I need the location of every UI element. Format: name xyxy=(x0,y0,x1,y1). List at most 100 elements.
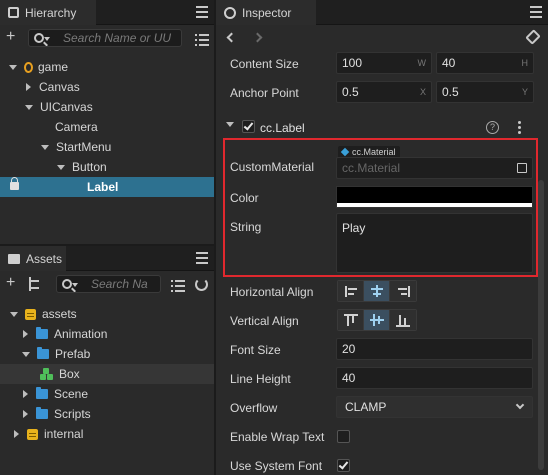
assets-tabbar: Assets xyxy=(0,246,214,271)
vertical-align-group xyxy=(337,309,417,331)
asset-node-scene[interactable]: Scene xyxy=(0,384,214,404)
component-enabled-checkbox[interactable] xyxy=(242,120,255,133)
component-header-cc-label[interactable]: cc.Label ? xyxy=(216,115,548,139)
asset-picker-icon[interactable] xyxy=(517,163,527,173)
lock-icon[interactable] xyxy=(10,177,19,190)
list-view-icon[interactable] xyxy=(195,34,209,46)
tab-inspector[interactable]: Inspector xyxy=(216,0,316,25)
hierarchy-menu-icon[interactable] xyxy=(196,6,208,18)
tree-node-label: StartMenu xyxy=(56,140,112,154)
expand-arrow-icon[interactable] xyxy=(10,311,18,317)
font-size-input[interactable]: 20 xyxy=(336,338,533,360)
align-right-icon[interactable] xyxy=(390,281,416,301)
asset-node-internal[interactable]: internal xyxy=(0,424,214,444)
inspector-tabbar: Inspector xyxy=(216,0,548,25)
align-middle-icon[interactable] xyxy=(364,310,390,330)
tree-node-label: game xyxy=(38,60,69,74)
align-top-icon[interactable] xyxy=(338,310,364,330)
content-size-width-input[interactable]: 100 W xyxy=(336,52,432,74)
anchor-y-value: 0.5 xyxy=(442,85,459,99)
use-system-font-checkbox[interactable] xyxy=(337,459,350,472)
collapse-arrow-icon[interactable] xyxy=(23,390,28,398)
folder-icon xyxy=(36,407,48,419)
assets-search-input[interactable]: Search Na xyxy=(56,275,161,293)
custom-material-input[interactable]: cc.Material xyxy=(336,157,533,179)
tree-node-camera[interactable]: Camera xyxy=(0,117,214,137)
refresh-icon[interactable] xyxy=(195,278,208,291)
tab-assets[interactable]: Assets xyxy=(0,246,66,271)
search-icon xyxy=(62,279,72,289)
tree-node-label-selected[interactable]: Label xyxy=(0,177,214,197)
color-swatch[interactable] xyxy=(336,186,533,208)
align-left-icon[interactable] xyxy=(338,281,364,301)
overflow-label: Overflow xyxy=(230,401,278,415)
back-arrow-icon[interactable] xyxy=(226,32,237,43)
help-icon[interactable]: ? xyxy=(486,121,499,134)
scene-icon xyxy=(24,61,33,73)
color-label: Color xyxy=(230,191,259,205)
custom-material-label: CustomMaterial xyxy=(230,160,315,174)
tree-node-label: Button xyxy=(72,160,107,174)
horizontal-align-label: Horizontal Align xyxy=(230,285,314,299)
enable-wrap-text-label: Enable Wrap Text xyxy=(230,430,325,444)
line-height-input[interactable]: 40 xyxy=(336,367,533,389)
tree-node-canvas[interactable]: Canvas xyxy=(0,77,214,97)
vertical-align-label: Vertical Align xyxy=(230,314,299,328)
asset-node-box[interactable]: Box xyxy=(0,364,214,384)
more-options-icon[interactable] xyxy=(518,121,521,124)
asset-node-label: Animation xyxy=(54,327,108,341)
content-size-height-input[interactable]: 40 H xyxy=(436,52,534,74)
align-bottom-icon[interactable] xyxy=(390,310,416,330)
forward-arrow-icon[interactable] xyxy=(252,32,263,43)
material-badge-label: cc.Material xyxy=(352,147,396,157)
hierarchy-icon xyxy=(8,7,19,18)
use-system-font-label: Use System Font xyxy=(230,459,323,473)
tree-node-label: UICanvas xyxy=(40,100,93,114)
expand-arrow-icon[interactable] xyxy=(57,164,65,170)
collapse-arrow-icon[interactable] xyxy=(226,122,234,127)
expand-arrow-icon[interactable] xyxy=(25,104,33,110)
anchor-point-x-input[interactable]: 0.5 X xyxy=(336,81,432,103)
align-center-icon[interactable] xyxy=(364,281,390,301)
asset-node-label: Scene xyxy=(54,387,89,401)
expand-arrow-icon[interactable] xyxy=(9,64,17,70)
asset-node-assets[interactable]: assets xyxy=(0,304,214,324)
collapse-arrow-icon[interactable] xyxy=(23,330,28,338)
tree-node-button[interactable]: Button xyxy=(0,157,214,177)
asset-node-prefab[interactable]: Prefab xyxy=(0,344,214,364)
collapse-arrow-icon[interactable] xyxy=(23,410,28,418)
pin-icon[interactable] xyxy=(525,29,541,45)
hierarchy-search-input[interactable]: Search Name or UU xyxy=(28,29,182,47)
add-asset-icon[interactable]: + xyxy=(6,275,20,291)
sort-hierarchy-icon[interactable] xyxy=(29,277,43,291)
inspector-scrollbar[interactable] xyxy=(538,180,544,470)
expand-arrow-icon[interactable] xyxy=(41,144,49,150)
component-title: cc.Label xyxy=(260,121,305,135)
collapse-arrow-icon[interactable] xyxy=(26,83,31,91)
tree-node-uicanvas[interactable]: UICanvas xyxy=(0,97,214,117)
inspector-menu-icon[interactable] xyxy=(530,6,542,18)
assets-menu-icon[interactable] xyxy=(196,252,208,264)
tab-hierarchy[interactable]: Hierarchy xyxy=(0,0,96,25)
overflow-select[interactable]: CLAMP xyxy=(336,396,533,418)
font-size-label: Font Size xyxy=(230,343,281,357)
material-diamond-icon xyxy=(340,147,350,157)
string-textarea[interactable]: Play xyxy=(336,213,533,273)
expand-arrow-icon[interactable] xyxy=(22,351,30,357)
asset-node-label: internal xyxy=(44,427,84,441)
custom-material-placeholder: cc.Material xyxy=(342,161,401,175)
asset-node-scripts[interactable]: Scripts xyxy=(0,404,214,424)
asset-node-label: assets xyxy=(42,307,77,321)
search-dropdown-icon[interactable] xyxy=(72,283,78,287)
asset-node-animation[interactable]: Animation xyxy=(0,324,214,344)
tree-node-startmenu[interactable]: StartMenu xyxy=(0,137,214,157)
anchor-point-y-input[interactable]: 0.5 Y xyxy=(436,81,534,103)
collapse-arrow-icon[interactable] xyxy=(14,430,19,438)
list-view-icon[interactable] xyxy=(171,280,185,292)
assets-panel: Assets + Search Na assets Animation Pref… xyxy=(0,246,214,475)
width-unit-label: W xyxy=(417,58,427,68)
add-node-icon[interactable]: + xyxy=(6,29,20,45)
search-dropdown-icon[interactable] xyxy=(44,37,50,41)
tree-node-game[interactable]: game xyxy=(0,57,214,77)
enable-wrap-text-checkbox[interactable] xyxy=(337,430,350,443)
